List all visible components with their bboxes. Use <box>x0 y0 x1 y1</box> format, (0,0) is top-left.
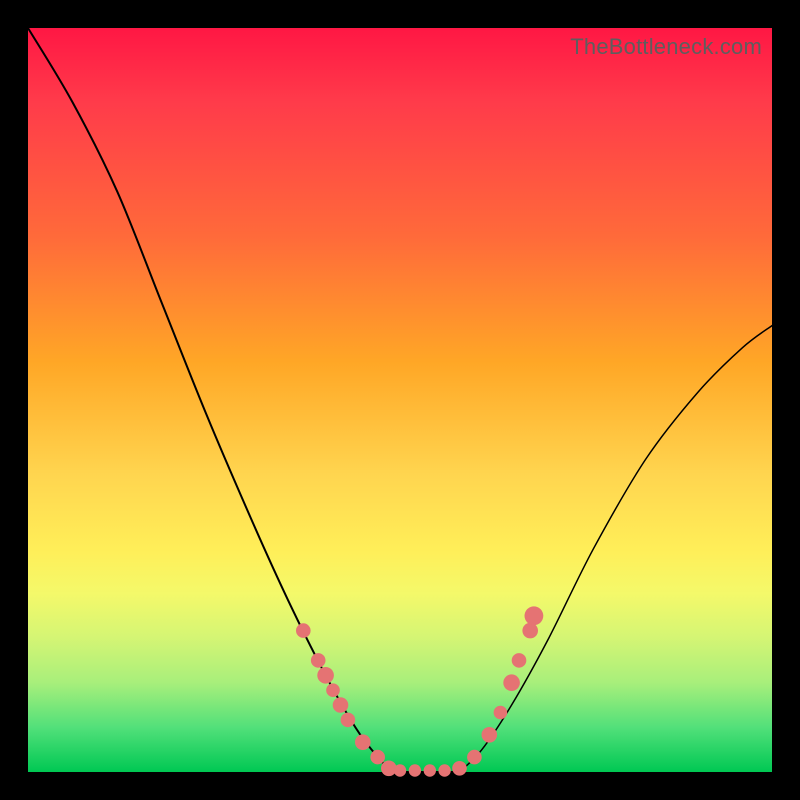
data-marker <box>409 764 421 776</box>
data-marker <box>317 667 334 684</box>
data-marker <box>525 606 544 625</box>
data-marker <box>355 734 371 750</box>
data-marker <box>438 764 450 776</box>
chart-frame: TheBottleneck.com <box>0 0 800 800</box>
plot-area: TheBottleneck.com <box>28 28 772 772</box>
data-marker <box>467 750 482 765</box>
data-marker <box>503 674 520 691</box>
data-marker <box>311 653 326 668</box>
data-marker <box>452 761 467 776</box>
data-marker <box>482 727 498 743</box>
data-marker <box>296 623 311 638</box>
data-marker <box>494 706 508 720</box>
data-marker <box>394 764 406 776</box>
data-markers <box>296 606 543 776</box>
data-marker <box>512 653 527 668</box>
data-marker <box>326 683 340 697</box>
data-marker <box>341 713 356 728</box>
data-marker <box>424 764 436 776</box>
data-marker <box>370 750 385 765</box>
data-marker <box>522 623 538 639</box>
right-curve <box>460 326 773 772</box>
left-curve <box>28 28 393 772</box>
chart-svg <box>28 28 772 772</box>
data-marker <box>333 697 349 713</box>
